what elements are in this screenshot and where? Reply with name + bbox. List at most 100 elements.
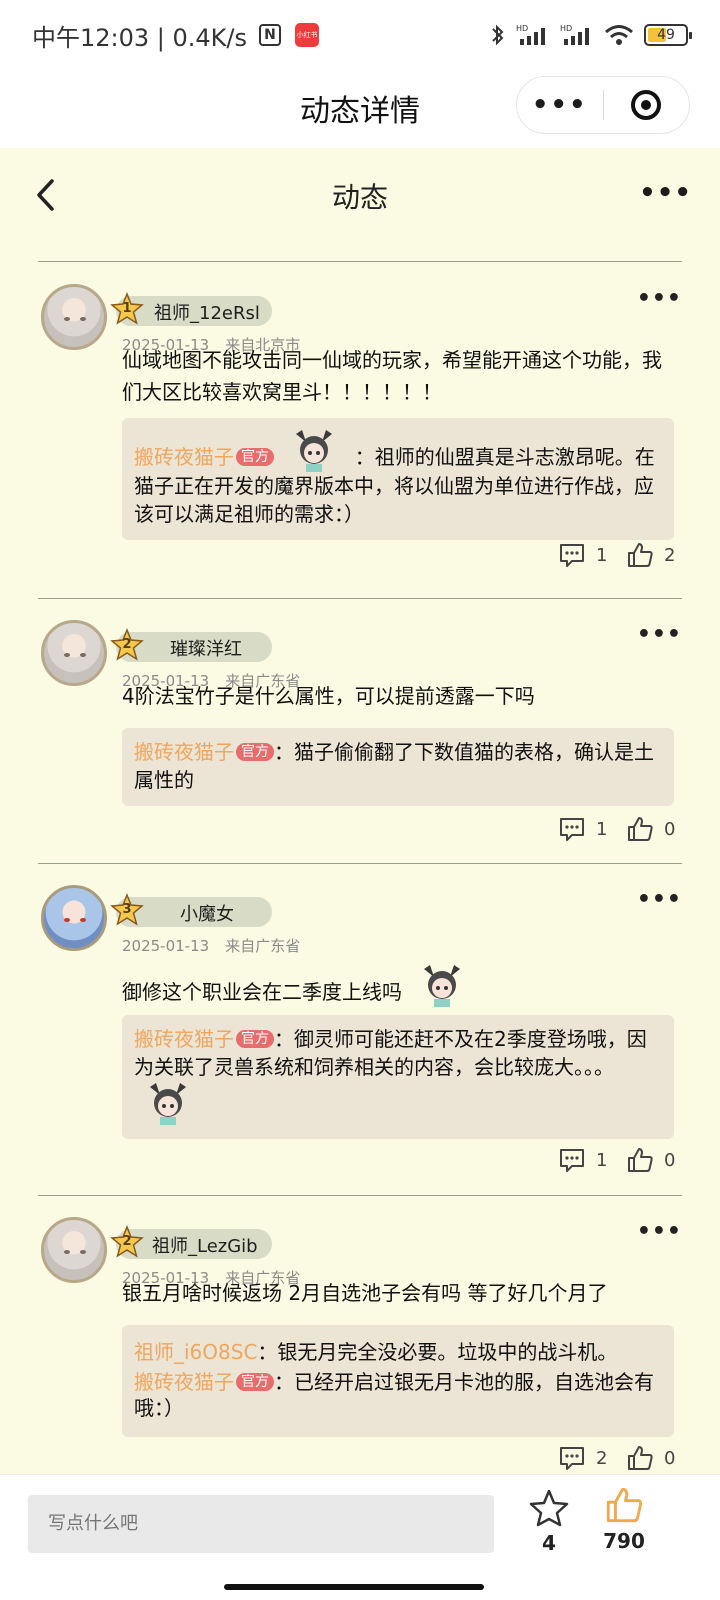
reply-text: ：银无月完全没必要。垃圾中的战斗机。 — [257, 1340, 618, 1364]
thumbs-up-icon — [628, 1446, 653, 1470]
cat-girl-sticker-icon — [144, 1081, 192, 1125]
favorite-button[interactable]: 4 — [524, 1489, 574, 1555]
svg-text:HD: HD — [560, 24, 572, 33]
like-button[interactable]: 2 — [626, 541, 682, 569]
status-left: 中午12:03 | 0.4K/s N 小红书 — [32, 18, 320, 53]
status-right: HD HD 49 — [490, 23, 692, 47]
page-title: 动态 — [331, 181, 388, 214]
post-more-button[interactable]: ••• — [637, 286, 682, 311]
miniprogram-capsule: ••• — [516, 76, 690, 134]
cat-girl-sticker-icon — [418, 963, 466, 1007]
comment-icon — [560, 1149, 584, 1172]
status-time: 中午12:03 | 0.4K/s — [32, 23, 248, 52]
reply-line: 搬砖夜猫子 官方 ：祖师的仙盟真是斗志激昂呢。在猫子正在开发的魔界版本中，将以仙盟… — [134, 428, 662, 528]
wifi-icon — [605, 25, 633, 45]
avatar[interactable] — [41, 885, 107, 951]
official-badge: 官方 — [236, 1373, 274, 1391]
avatar[interactable] — [41, 1217, 107, 1283]
svg-text:HD: HD — [516, 24, 528, 33]
user-name-pill: 1 祖师_12eRsl — [110, 292, 272, 326]
post-location: 来自广东省 — [225, 937, 301, 955]
post-like-button[interactable]: 790 — [596, 1485, 652, 1553]
post-content-wrap: 御修这个职业会在二季度上线吗 — [122, 963, 674, 1008]
user-name-pill: 3 小魔女 — [110, 893, 272, 927]
like-count: 0 — [664, 818, 676, 840]
battery-icon: 49 — [644, 24, 692, 46]
official-badge: 官方 — [236, 448, 274, 466]
reply-author[interactable]: 搬砖夜猫子 — [134, 1370, 234, 1394]
rank-star-icon — [110, 292, 144, 325]
post-meta: 2025-01-13 来自广东省 — [122, 935, 300, 956]
post-more-button[interactable]: ••• — [637, 887, 682, 912]
battery-level: 49 — [657, 27, 675, 43]
comment-button[interactable]: 1 — [558, 542, 614, 568]
reply-box: 搬砖夜猫子 官方 ：祖师的仙盟真是斗志激昂呢。在猫子正在开发的魔界版本中，将以仙盟… — [122, 418, 674, 540]
thumbs-up-icon — [628, 543, 653, 567]
like-button[interactable]: 0 — [626, 815, 682, 843]
comment-count: 2 — [596, 1447, 608, 1469]
post-like-count: 790 — [603, 1529, 645, 1553]
status-bar: 中午12:03 | 0.4K/s N 小红书 HD HD 49 — [0, 0, 720, 70]
comment-button[interactable]: 1 — [558, 1147, 614, 1173]
star-icon — [529, 1489, 569, 1527]
app-title-bar: 动态详情 ••• — [0, 70, 720, 148]
like-count: 2 — [664, 544, 676, 566]
avatar[interactable] — [41, 284, 107, 350]
reply-line: 祖师_i6O8SC：银无月完全没必要。垃圾中的战斗机。 — [134, 1335, 662, 1369]
avatar[interactable] — [41, 620, 107, 686]
user-name-pill: 2 璀璨洋红 — [110, 628, 272, 662]
signal-icon: HD — [516, 24, 545, 45]
comment-count: 1 — [596, 818, 608, 840]
comment-input[interactable] — [28, 1495, 494, 1553]
page-header: 动态 ••• — [0, 148, 720, 244]
reply-author[interactable]: 搬砖夜猫子 — [134, 1027, 234, 1051]
app-badge-label: 小红书 — [296, 31, 318, 39]
post-date: 2025-01-13 — [122, 937, 210, 955]
home-indicator[interactable] — [224, 1584, 484, 1590]
post-more-button[interactable]: ••• — [637, 1219, 682, 1244]
comment-count: 1 — [596, 1149, 608, 1171]
post: 3 小魔女 2025-01-13 来自广东省 ••• 御修这个职业会在二季度上线吗… — [38, 863, 682, 1195]
reply-line: 搬砖夜猫子 官方 ：已经开启过银无月卡池的服，自选池会有哦：） — [134, 1369, 662, 1421]
user-name[interactable]: 小魔女 — [180, 900, 234, 926]
user-name[interactable]: 璀璨洋红 — [170, 635, 242, 661]
capsule-more-button[interactable]: ••• — [517, 90, 603, 120]
reply-author[interactable]: 搬砖夜猫子 — [134, 445, 234, 469]
reply-author[interactable]: 搬砖夜猫子 — [134, 740, 234, 764]
like-button[interactable]: 0 — [626, 1146, 682, 1174]
like-button[interactable]: 0 — [626, 1444, 682, 1472]
reply-box: 搬砖夜猫子 官方 ：猫子偷偷翻了下数值猫的表格，确认是土属性的 — [122, 728, 674, 806]
bottom-bar: 4 790 — [0, 1474, 720, 1600]
user-name[interactable]: 祖师_12eRsl — [154, 299, 260, 325]
post-content: 银五月啥时候返场 2月自选池子会有吗 等了好几个月了 — [122, 1281, 608, 1305]
capsule-close-button[interactable] — [604, 90, 690, 120]
official-badge: 官方 — [236, 1030, 274, 1048]
thumbs-up-icon — [628, 1148, 653, 1172]
user-name-pill: 2 祖师_LezGib — [110, 1225, 272, 1259]
nfc-icon: N — [259, 24, 282, 46]
reply-author[interactable]: 祖师_i6O8SC — [134, 1340, 257, 1364]
reply-box: 搬砖夜猫子 官方 ：御灵师可能还赶不及在2季度登场哦，因为关联了灵兽系统和饲养相关的… — [122, 1015, 674, 1139]
user-name[interactable]: 祖师_LezGib — [152, 1232, 258, 1258]
page-more-button[interactable]: ••• — [639, 178, 692, 208]
post-more-button[interactable]: ••• — [637, 622, 682, 647]
post-actions: 1 0 — [558, 1145, 682, 1175]
xiaohongshu-notification-icon: 小红书 — [295, 23, 320, 47]
post: 2 祖师_LezGib 2025-01-13 来自广东省 ••• 银五月啥时候返场… — [38, 1195, 682, 1475]
target-icon — [631, 90, 662, 120]
official-badge: 官方 — [236, 743, 274, 761]
post-content: 御修这个职业会在二季度上线吗 — [122, 980, 402, 1004]
reply-box: 祖师_i6O8SC：银无月完全没必要。垃圾中的战斗机。 搬砖夜猫子 官方 ：已经开启… — [122, 1325, 674, 1437]
comment-button[interactable]: 2 — [558, 1445, 614, 1471]
comment-icon — [560, 544, 584, 567]
post: 2 璀璨洋红 2025-01-13 来自广东省 ••• 4阶法宝竹子是什么属性，可… — [38, 598, 682, 863]
post-content: 4阶法宝竹子是什么属性，可以提前透露一下吗 — [122, 684, 535, 708]
comment-count: 1 — [596, 544, 608, 566]
comment-button[interactable]: 1 — [558, 816, 614, 842]
reply-line: 搬砖夜猫子 官方 ：御灵师可能还赶不及在2季度登场哦，因为关联了灵兽系统和饲养相关的… — [134, 1025, 662, 1125]
signal-icon-2: HD — [560, 24, 589, 45]
post-content: 仙域地图不能攻击同一仙域的玩家，希望能开通这个功能，我们大区比较喜欢窝里斗！！！… — [122, 348, 662, 404]
cat-girl-sticker-icon — [290, 428, 338, 472]
bluetooth-icon — [492, 24, 504, 46]
rank-star-icon — [110, 628, 144, 661]
